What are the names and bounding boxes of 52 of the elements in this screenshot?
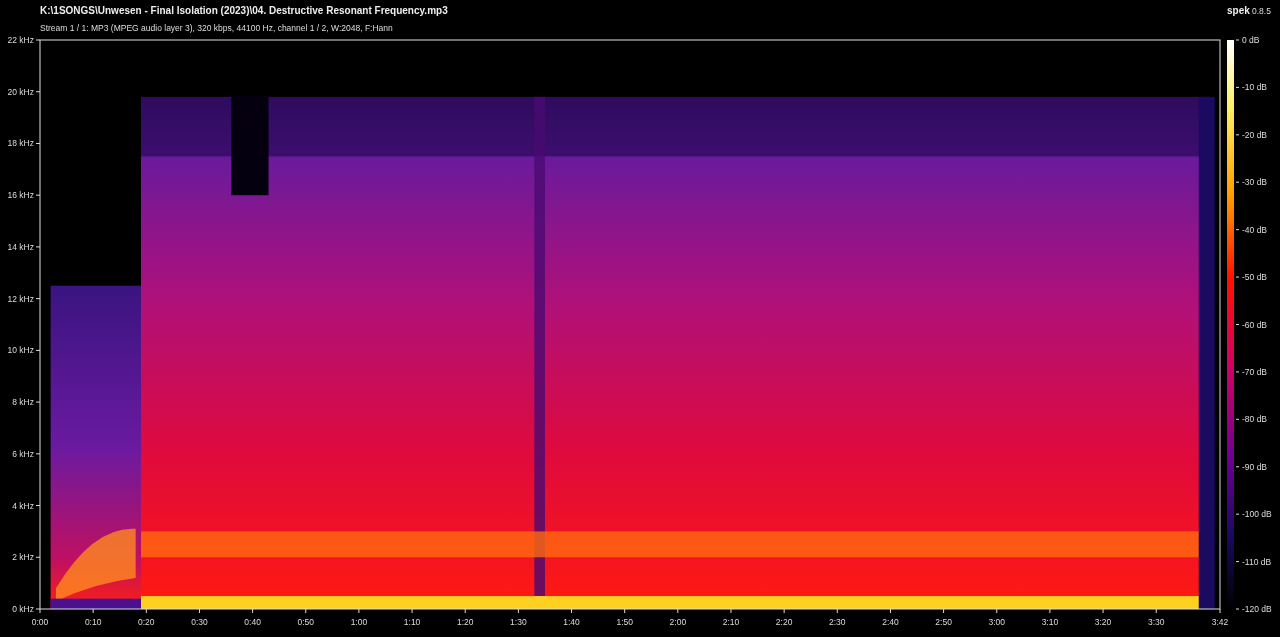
time-label: 3:10	[1041, 617, 1059, 627]
frequency-label: 2 kHz	[12, 552, 34, 563]
time-label: 2:00	[669, 617, 687, 627]
app-version: 0.8.5	[1252, 6, 1271, 16]
frequency-label: 22 kHz	[7, 35, 34, 45]
frequency-label: 6 kHz	[12, 448, 34, 459]
decibel-label: -20 dB	[1242, 129, 1268, 140]
time-label: 1:30	[510, 617, 527, 627]
time-label: 1:00	[350, 617, 368, 627]
decibel-label: -80 dB	[1242, 414, 1268, 425]
decibel-label: -110 dB	[1242, 556, 1272, 567]
decibel-label: -90 dB	[1242, 461, 1268, 472]
frequency-label: 8 kHz	[12, 397, 34, 408]
time-label: 2:10	[722, 617, 740, 627]
app-name: spek	[1227, 5, 1250, 16]
time-label: 0:50	[297, 617, 315, 627]
time-label: 0:40	[244, 617, 261, 627]
time-label: 3:30	[1147, 617, 1165, 627]
frequency-label: 16 kHz	[7, 190, 34, 201]
time-label: 3:20	[1094, 617, 1112, 627]
decibel-label: -10 dB	[1242, 82, 1268, 93]
decibel-label: -30 dB	[1242, 177, 1268, 188]
time-label: 2:20	[775, 617, 793, 627]
frequency-label: 4 kHz	[12, 500, 34, 511]
decibel-label: -60 dB	[1242, 319, 1268, 330]
decibel-label: -40 dB	[1242, 224, 1268, 235]
frequency-label: 20 kHz	[7, 86, 34, 97]
time-label: 2:40	[882, 617, 899, 627]
time-label: 1:50	[616, 617, 633, 627]
decibel-label: 0 dB	[1242, 35, 1260, 45]
time-label: 0:10	[84, 617, 102, 627]
time-label: 1:10	[403, 617, 421, 627]
frequency-label: 0 kHz	[12, 604, 34, 614]
frequency-label: 12 kHz	[7, 293, 34, 304]
time-label: 0:20	[138, 617, 155, 627]
decibel-label: -50 dB	[1242, 272, 1268, 283]
decibel-label: -70 dB	[1242, 366, 1268, 377]
decibel-label: -120 dB	[1242, 604, 1272, 614]
time-label: 2:30	[829, 617, 846, 627]
time-label: 1:40	[563, 617, 580, 627]
frequency-label: 10 kHz	[7, 345, 34, 356]
time-label: 3:42	[1211, 617, 1229, 627]
file-title: K:\1SONGS\Unwesen - Final Isolation (2023)\04. Destructive Resonant Frequency.mp3	[40, 5, 448, 16]
time-label: 1:20	[456, 617, 474, 627]
time-label: 2:50	[935, 617, 952, 627]
frequency-label: 14 kHz	[7, 241, 34, 252]
time-label: 0:30	[191, 617, 208, 627]
stream-info: Stream 1 / 1: MP3 (MPEG audio layer 3), 320 kbps, 44100 Hz, channel 1 / 2, W:2048, F:Hann	[40, 23, 393, 33]
time-label: 0:00	[31, 617, 49, 627]
frequency-label: 18 kHz	[7, 138, 34, 149]
time-label: 3:00	[988, 617, 1006, 627]
decibel-label: -100 dB	[1242, 509, 1272, 520]
